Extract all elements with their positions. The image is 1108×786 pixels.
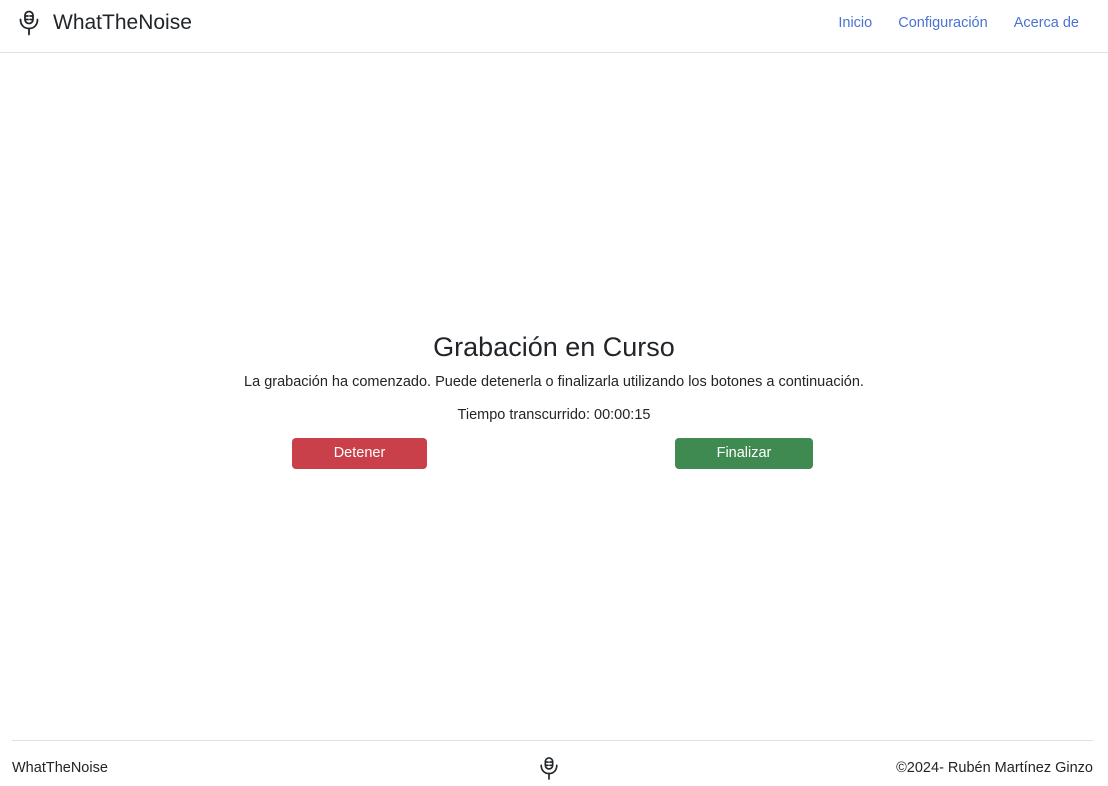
nav-link-inicio[interactable]: Inicio	[838, 13, 872, 33]
nav-links: Inicio Configuración Acerca de	[838, 13, 1079, 33]
nav-link-configuracion[interactable]: Configuración	[898, 13, 987, 33]
podcast-microphone-icon	[538, 756, 560, 786]
nav-link-acerca-de[interactable]: Acerca de	[1014, 13, 1079, 33]
brand-name: WhatTheNoise	[53, 11, 192, 34]
finish-recording-button[interactable]: Finalizar Grabación	[675, 438, 813, 492]
recording-description: La grabación ha comenzado. Puede detener…	[244, 374, 864, 390]
footer-divider	[12, 740, 1093, 741]
brand-link[interactable]: WhatTheNoise	[17, 10, 192, 36]
podcast-microphone-icon	[17, 10, 41, 36]
footer-copyright: ©2024- Rubén Martínez Ginzo	[896, 760, 1093, 776]
page-title: Grabación en Curso	[433, 332, 675, 362]
elapsed-time: Tiempo transcurrido: 00:00:15	[457, 407, 651, 423]
stop-recording-button[interactable]: Detener Grabación	[292, 438, 427, 492]
footer-brand: WhatTheNoise	[12, 760, 108, 776]
top-navbar: WhatTheNoise Inicio Configuración Acerca…	[0, 0, 1108, 53]
recording-panel: Grabación en Curso La grabación ha comen…	[0, 330, 1108, 425]
